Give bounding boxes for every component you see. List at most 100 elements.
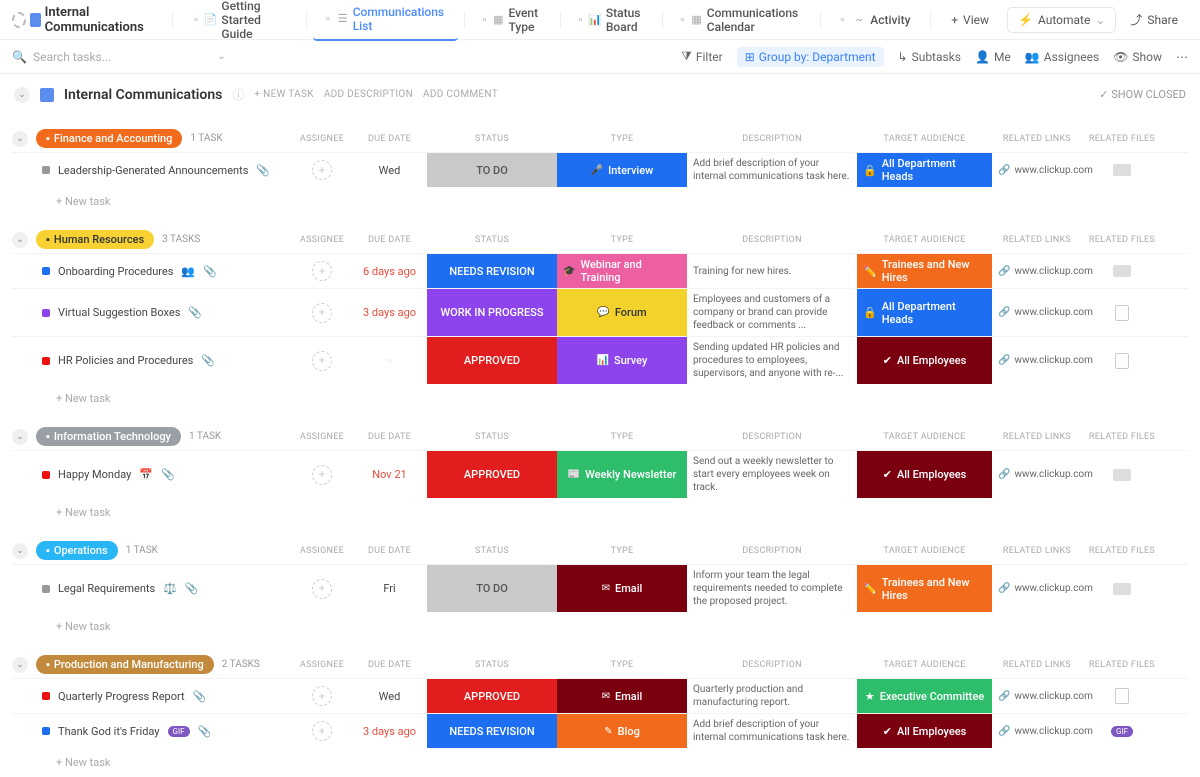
file-cell[interactable] [1082, 679, 1162, 713]
task-row[interactable]: Onboarding Procedures👥📎+6 days agoNEEDS … [12, 253, 1188, 288]
assignee-cell[interactable]: + [292, 451, 352, 498]
link-cell[interactable]: 🔗www.clickup.com [992, 153, 1082, 187]
file-thumbnail[interactable] [1113, 164, 1131, 176]
more-icon[interactable]: ⋯ [1176, 50, 1188, 64]
assignee-placeholder-icon[interactable]: + [312, 351, 332, 371]
due-date-cell[interactable]: ▫ [352, 337, 427, 384]
link-cell[interactable]: 🔗www.clickup.com [992, 679, 1082, 713]
file-thumbnail[interactable] [1113, 469, 1131, 481]
due-date-cell[interactable]: Fri [352, 565, 427, 612]
new-task-row[interactable]: + New task [12, 748, 1188, 777]
link-cell[interactable]: 🔗www.clickup.com [992, 714, 1082, 748]
description-cell[interactable]: Add brief description of your internal c… [687, 714, 857, 748]
task-row[interactable]: Thank God it's FridayGIF📎+3 days agoNEED… [12, 713, 1188, 748]
collapse-icon[interactable]: ⌄ [14, 87, 30, 103]
type-cell[interactable]: 📰Weekly Newsletter [557, 451, 687, 498]
due-date-cell[interactable]: 3 days ago [352, 289, 427, 336]
task-name-cell[interactable]: HR Policies and Procedures📎 [12, 337, 292, 384]
assignees-button[interactable]: 👥Assignees [1025, 50, 1099, 64]
file-cell[interactable] [1082, 337, 1162, 384]
new-task-row[interactable]: + New task [12, 612, 1188, 641]
type-cell[interactable]: 💬Forum [557, 289, 687, 336]
task-name-cell[interactable]: Happy Monday📅📎 [12, 451, 292, 498]
link-cell[interactable]: 🔗www.clickup.com [992, 289, 1082, 336]
type-cell[interactable]: ✎Blog [557, 714, 687, 748]
assignee-cell[interactable]: + [292, 679, 352, 713]
status-cell[interactable]: APPROVED [427, 337, 557, 384]
description-cell[interactable]: Send out a weekly newsletter to start ev… [687, 451, 857, 498]
task-name-cell[interactable]: Leadership-Generated Announcements📎 [12, 153, 292, 187]
assignee-placeholder-icon[interactable]: + [312, 579, 332, 599]
audience-cell[interactable]: 🔒All Department Heads [857, 289, 992, 336]
file-thumbnail[interactable] [1113, 583, 1131, 595]
task-name-cell[interactable]: Onboarding Procedures👥📎 [12, 254, 292, 288]
task-name-cell[interactable]: Thank God it's FridayGIF📎 [12, 714, 292, 748]
audience-cell[interactable]: 🔒All Department Heads [857, 153, 992, 187]
tab-communications-calendar[interactable]: ▫▦Communications Calendar [668, 0, 813, 40]
task-row[interactable]: Virtual Suggestion Boxes📎+3 days agoWORK… [12, 288, 1188, 336]
group-pill[interactable]: ▪Information Technology [36, 427, 181, 446]
link-cell[interactable]: 🔗www.clickup.com [992, 254, 1082, 288]
audience-cell[interactable]: ✏️Trainees and New Hires [857, 254, 992, 288]
file-cell[interactable]: GIF [1082, 714, 1162, 748]
chevron-down-icon[interactable]: ⌄ [217, 51, 225, 62]
group-collapse-icon[interactable]: ⌄ [12, 543, 28, 559]
description-cell[interactable]: Sending updated HR policies and procedur… [687, 337, 857, 384]
filter-button[interactable]: ⧩Filter [681, 49, 723, 64]
share-button[interactable]: ⤴Share [1120, 6, 1188, 33]
file-cell[interactable] [1082, 254, 1162, 288]
assignee-placeholder-icon[interactable]: + [312, 160, 332, 180]
tab-status-board[interactable]: ▫📊Status Board [567, 0, 656, 40]
group-collapse-icon[interactable]: ⌄ [12, 429, 28, 445]
new-task-button[interactable]: + NEW TASK [254, 89, 313, 100]
add-view-button[interactable]: +View [941, 7, 999, 33]
attachment-icon[interactable]: 📎 [201, 354, 215, 367]
attachment-icon[interactable]: 📎 [193, 690, 207, 703]
file-icon[interactable] [1115, 688, 1129, 704]
tab-getting-started-guide[interactable]: ▫📄Getting Started Guide [182, 0, 300, 47]
file-cell[interactable] [1082, 565, 1162, 612]
groupby-button[interactable]: ⊞Group by: Department [737, 47, 884, 67]
due-date-cell[interactable]: Wed [352, 153, 427, 187]
task-name-cell[interactable]: Legal Requirements⚖️📎 [12, 565, 292, 612]
type-cell[interactable]: 🎤Interview [557, 153, 687, 187]
type-cell[interactable]: 📊Survey [557, 337, 687, 384]
assignee-placeholder-icon[interactable]: + [312, 721, 332, 741]
tab-activity[interactable]: ▫~Activity [826, 7, 920, 33]
assignee-placeholder-icon[interactable]: + [312, 465, 332, 485]
search-input[interactable]: 🔍 Search tasks... ⌄ [12, 50, 671, 64]
group-pill[interactable]: ▪Production and Manufacturing [36, 655, 214, 674]
show-closed-button[interactable]: ✓ SHOW CLOSED [1099, 88, 1186, 101]
group-pill[interactable]: ▪Operations [36, 541, 118, 560]
task-name-cell[interactable]: Quarterly Progress Report📎 [12, 679, 292, 713]
assignee-cell[interactable]: + [292, 565, 352, 612]
workspace-title[interactable]: Internal Communications [45, 5, 162, 35]
group-pill[interactable]: ▪Finance and Accounting [36, 129, 182, 148]
group-collapse-icon[interactable]: ⌄ [12, 131, 28, 147]
link-cell[interactable]: 🔗www.clickup.com [992, 565, 1082, 612]
status-cell[interactable]: APPROVED [427, 451, 557, 498]
description-cell[interactable]: Quarterly production and manufacturing r… [687, 679, 857, 713]
status-cell[interactable]: NEEDS REVISION [427, 254, 557, 288]
subtasks-button[interactable]: ↳Subtasks [898, 50, 961, 64]
task-row[interactable]: Happy Monday📅📎+Nov 21APPROVED📰Weekly New… [12, 450, 1188, 498]
file-cell[interactable] [1082, 289, 1162, 336]
type-cell[interactable]: ✉Email [557, 565, 687, 612]
due-date-cell[interactable]: 3 days ago [352, 714, 427, 748]
due-date-cell[interactable]: Wed [352, 679, 427, 713]
link-cell[interactable]: 🔗www.clickup.com [992, 451, 1082, 498]
type-cell[interactable]: ✉Email [557, 679, 687, 713]
task-row[interactable]: Quarterly Progress Report📎+WedAPPROVED✉E… [12, 678, 1188, 713]
assignee-cell[interactable]: + [292, 153, 352, 187]
info-icon[interactable]: ⓘ [232, 86, 244, 103]
description-cell[interactable]: Add brief description of your internal c… [687, 153, 857, 187]
file-icon[interactable] [1115, 305, 1129, 321]
status-cell[interactable]: WORK IN PROGRESS [427, 289, 557, 336]
show-button[interactable]: 👁Show [1113, 50, 1162, 64]
due-date-cell[interactable]: 6 days ago [352, 254, 427, 288]
status-cell[interactable]: APPROVED [427, 679, 557, 713]
group-collapse-icon[interactable]: ⌄ [12, 232, 28, 248]
new-task-row[interactable]: + New task [12, 384, 1188, 413]
file-thumbnail[interactable] [1113, 265, 1131, 277]
assignee-cell[interactable]: + [292, 714, 352, 748]
